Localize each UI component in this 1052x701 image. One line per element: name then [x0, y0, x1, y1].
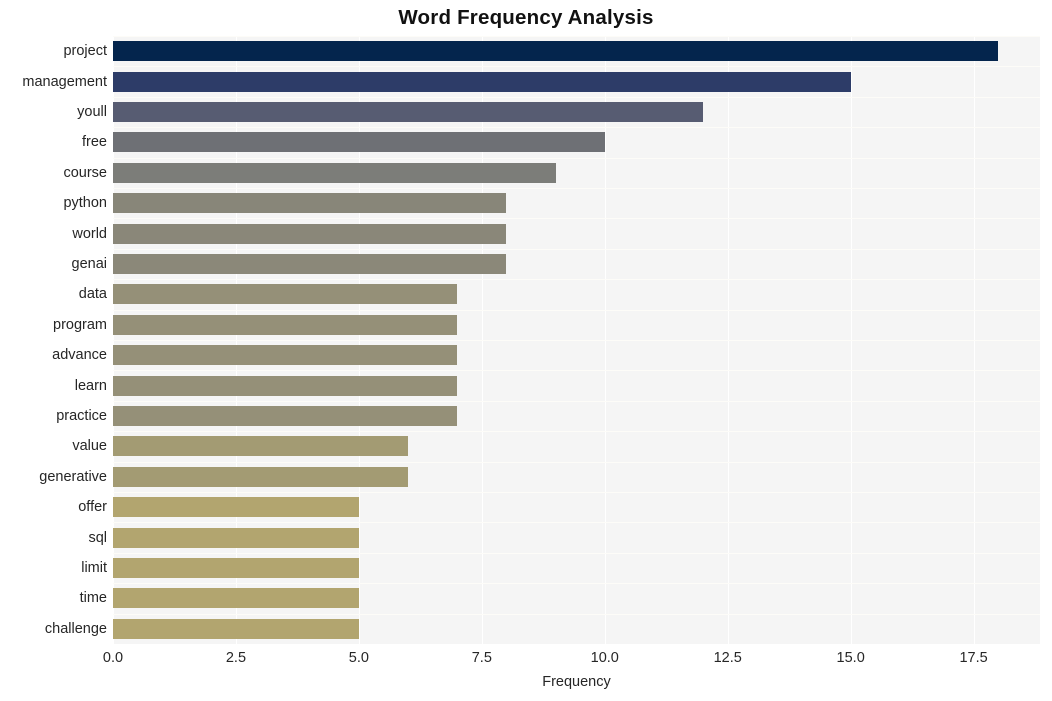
gridline-horizontal	[113, 461, 1040, 463]
gridline-horizontal	[113, 431, 1040, 433]
gridline-horizontal	[113, 248, 1040, 250]
gridline-horizontal	[113, 36, 1040, 37]
gridline-horizontal	[113, 583, 1040, 585]
y-axis-tick-label: world	[72, 225, 107, 242]
gridline-horizontal	[113, 66, 1040, 68]
x-axis-tick-label: 0.0	[102, 650, 124, 666]
bar	[113, 162, 556, 183]
y-axis-tick-label: management	[22, 73, 107, 90]
y-axis-tick-label: practice	[56, 408, 107, 424]
gridline-horizontal	[113, 218, 1040, 220]
y-axis-tick-label: program	[53, 316, 107, 333]
y-axis-tick-label: course	[63, 164, 107, 181]
gridline-horizontal	[113, 309, 1040, 311]
bar	[113, 254, 507, 274]
bar	[113, 558, 359, 578]
plot-area	[113, 36, 1040, 644]
gridline-horizontal	[113, 552, 1040, 554]
bar	[113, 466, 409, 487]
gridline-horizontal	[113, 400, 1040, 402]
bar	[113, 497, 359, 518]
gridline-horizontal	[113, 340, 1040, 341]
y-axis-tick-labels: project management youll free course python wo…	[0, 36, 107, 644]
y-axis-tick-label: project	[63, 43, 107, 60]
y-axis-tick-label: python	[63, 195, 107, 212]
y-axis-tick-label: offer	[78, 499, 107, 516]
bar	[113, 436, 409, 457]
x-axis-title: Frequency	[542, 674, 611, 690]
bar	[113, 102, 704, 122]
gridline-horizontal	[113, 157, 1040, 159]
gridline-horizontal	[113, 522, 1040, 524]
y-axis-tick-label: limit	[81, 560, 107, 576]
gridline-horizontal	[113, 279, 1040, 281]
y-axis-tick-label: advance	[52, 347, 107, 364]
bar	[113, 527, 359, 548]
bar	[113, 375, 458, 396]
y-axis-tick-label: genai	[71, 256, 107, 272]
y-axis-tick-label: free	[82, 134, 107, 151]
bar	[113, 406, 458, 426]
bar	[113, 618, 359, 639]
bar	[113, 223, 507, 244]
x-axis-tick-label: 5.0	[348, 650, 369, 666]
bar	[113, 588, 359, 609]
x-axis-tick-label: 12.5	[713, 650, 742, 666]
y-axis-tick-label: youll	[77, 104, 107, 120]
gridline-horizontal	[113, 492, 1040, 493]
x-axis-tick-label: 2.5	[225, 650, 247, 666]
word-frequency-chart: Word Frequency Analysis project managemen…	[0, 0, 1052, 701]
bar	[113, 41, 999, 62]
y-axis-tick-label: time	[79, 590, 107, 607]
y-axis-tick-label: data	[78, 286, 107, 303]
x-axis-tick-labels: 0.0 2.5 5.0 7.5 10.0 12.5 15.0 17.5	[0, 650, 1052, 672]
bar	[113, 71, 851, 92]
gridline-horizontal	[113, 613, 1040, 615]
bar	[113, 132, 605, 153]
x-axis-tick-label: 10.0	[590, 650, 619, 666]
bar	[113, 193, 507, 214]
y-axis-tick-label: generative	[39, 468, 107, 485]
bar	[113, 284, 458, 305]
y-axis-tick-label: challenge	[44, 620, 107, 637]
y-axis-tick-label: sql	[88, 529, 107, 546]
bar	[113, 314, 458, 335]
bar	[113, 345, 458, 366]
x-axis-tick-label: 17.5	[959, 650, 988, 666]
x-axis-tick-label: 15.0	[836, 650, 865, 666]
y-axis-tick-label: value	[72, 438, 107, 455]
x-axis-tick-label: 7.5	[471, 650, 492, 666]
gridline-horizontal	[113, 127, 1040, 129]
chart-title: Word Frequency Analysis	[398, 6, 654, 29]
gridline-horizontal	[113, 96, 1040, 98]
y-axis-tick-label: learn	[74, 377, 107, 394]
gridline-horizontal	[113, 370, 1040, 372]
gridline-horizontal	[113, 188, 1040, 189]
